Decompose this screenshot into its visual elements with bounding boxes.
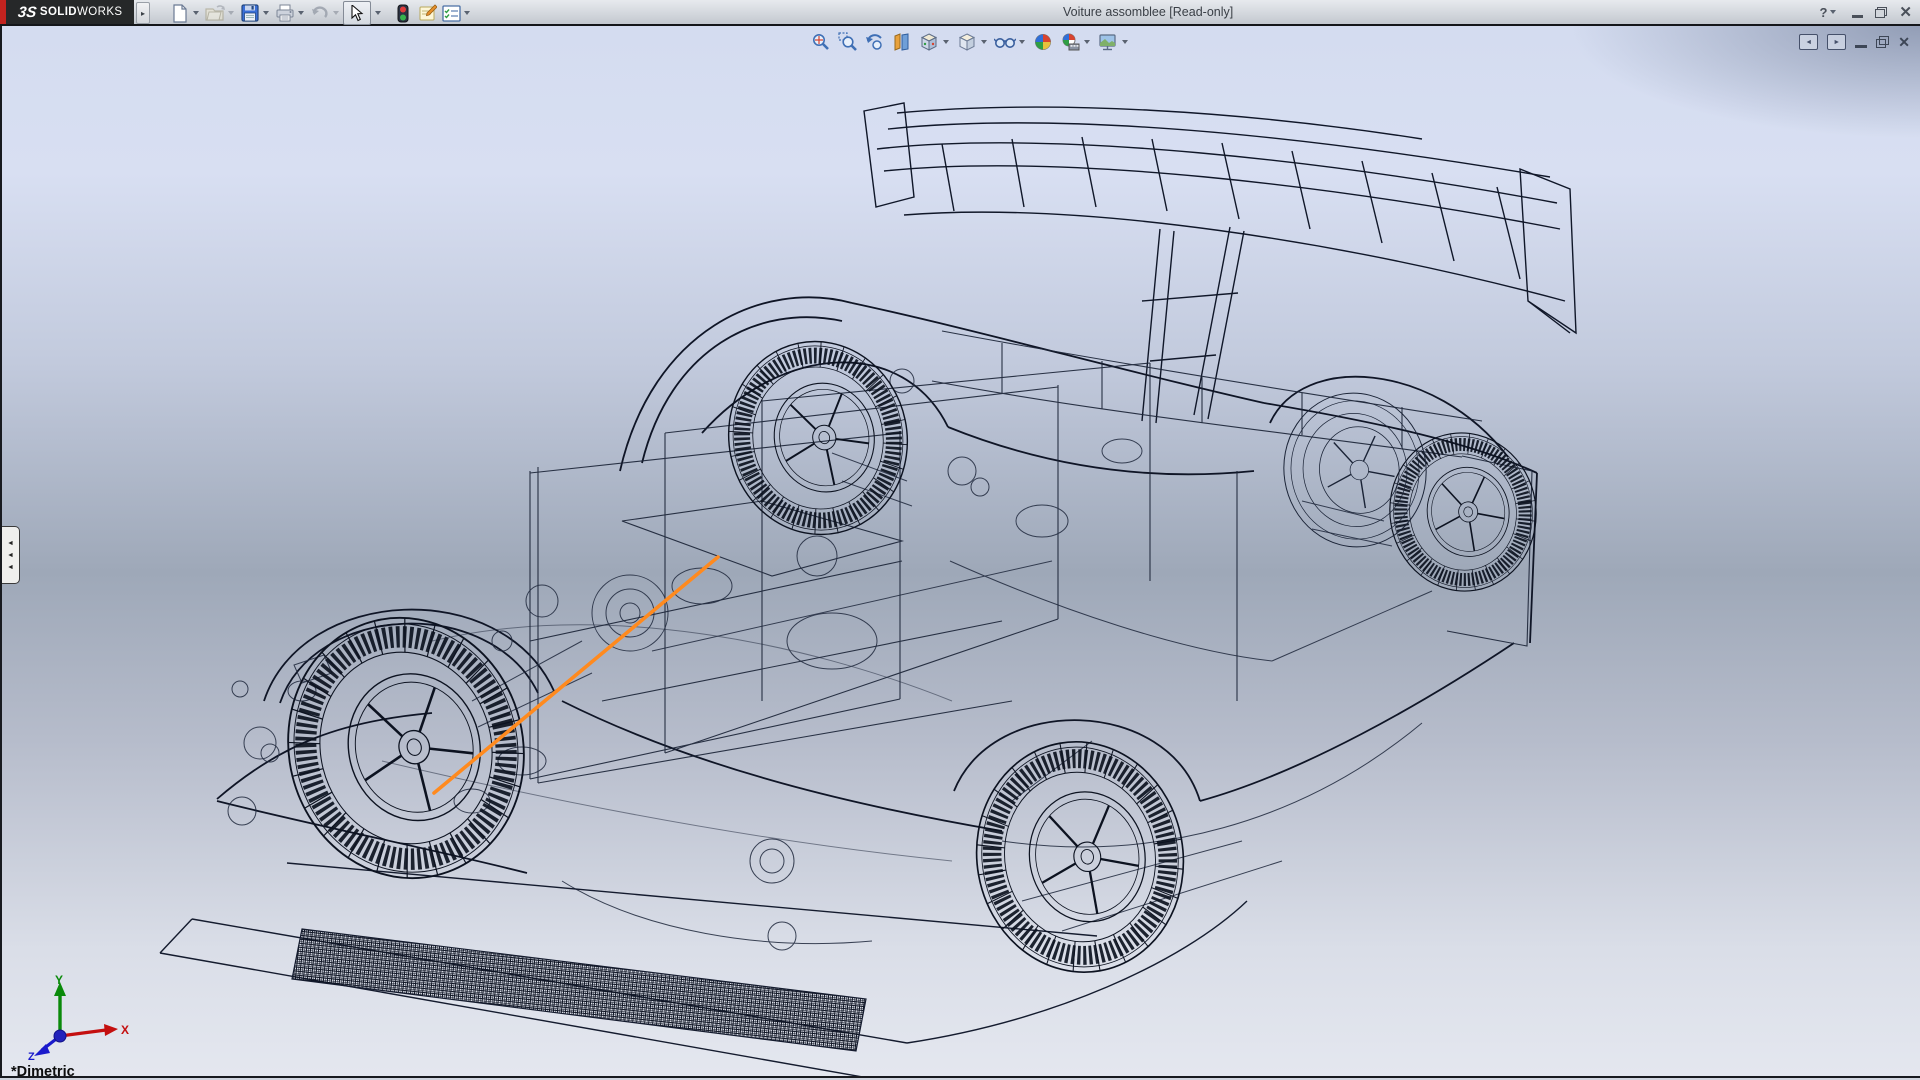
display-style-caret[interactable] [981,40,987,44]
zoom-to-fit-button[interactable] [807,30,834,54]
restore-button[interactable] [1875,7,1887,18]
rear-left-wheel [959,725,1202,988]
pane-toggle-left-button[interactable]: ◄ [1799,34,1818,50]
open-dropdown-caret[interactable] [228,11,234,15]
chassis-frame [530,331,1532,783]
apply-scene-caret[interactable] [1084,40,1090,44]
front-left-wheel [261,593,551,904]
triad-y-label: Y [55,974,63,987]
triad-z-label: Z [28,1051,35,1060]
wireframe-car-model[interactable] [2,26,1920,1078]
document-title: Voiture assomblee [Read-only] [1063,5,1233,19]
minimize-button[interactable] [1852,15,1863,18]
collapse-arrow-icon: ◄ [7,562,14,573]
undo-button[interactable] [308,2,332,24]
edit-appearance-button[interactable] [1029,30,1056,54]
headsup-view-toolbar [807,30,1132,54]
apply-scene-button[interactable] [1056,30,1083,54]
options-button[interactable] [439,2,463,24]
help-dropdown-caret[interactable] [1830,10,1836,14]
new-dropdown-caret[interactable] [193,11,199,15]
document-minimize-button[interactable] [1855,45,1867,48]
document-window-controls: ◄ ► ✕ [1799,34,1910,50]
print-dropdown-caret[interactable] [298,11,304,15]
new-document-button[interactable] [168,2,192,24]
view-orientation-caret[interactable] [943,40,949,44]
logo-brand-text: SOLIDWORKS [40,6,123,18]
close-button[interactable]: ✕ [1899,5,1912,20]
save-dropdown-caret[interactable] [263,11,269,15]
print-button[interactable] [273,2,297,24]
document-restore-button[interactable] [1876,36,1889,48]
main-toolbar [168,1,474,25]
zoom-to-area-button[interactable] [834,30,861,54]
rebuild-button[interactable] [391,2,415,24]
logo-3s-mark: 3S [16,4,37,21]
open-document-button[interactable] [203,2,227,24]
graphics-area[interactable]: ◄ ► ✕ ◄ ◄ ◄ Y X Z *Dimetric [0,26,1920,1078]
document-close-button[interactable]: ✕ [1898,35,1910,49]
drivetrain-detail [228,369,1432,950]
sketch-button[interactable] [415,2,439,24]
select-dropdown-caret[interactable] [375,11,381,15]
options-dropdown-caret[interactable] [464,11,470,15]
display-style-button[interactable] [953,30,980,54]
titlebar-controls: ? ✕ [1819,0,1912,24]
collapse-arrow-icon: ◄ [7,550,14,561]
solidworks-logo: 3S SOLIDWORKS [6,0,134,24]
section-view-button[interactable] [888,30,915,54]
undo-dropdown-caret[interactable] [333,11,339,15]
view-orientation-button[interactable] [915,30,942,54]
view-settings-caret[interactable] [1122,40,1128,44]
selected-edge-highlight[interactable] [434,557,718,793]
collapse-arrow-icon: ◄ [7,538,14,549]
hide-show-items-button[interactable] [991,30,1018,54]
front-splitter [160,863,1247,1078]
solidworks-window: 3S SOLIDWORKS ▸ [0,0,1920,1080]
feature-manager-collapsed-tab[interactable]: ◄ ◄ ◄ [2,526,20,584]
select-tool-button[interactable] [343,1,371,25]
view-settings-button[interactable] [1094,30,1121,54]
orientation-triad: Y X Z [22,974,132,1060]
help-button[interactable]: ? [1819,6,1827,19]
previous-view-button[interactable] [861,30,888,54]
hide-show-items-caret[interactable] [1019,40,1025,44]
save-button[interactable] [238,2,262,24]
rear-wing [864,103,1576,423]
title-bar: 3S SOLIDWORKS ▸ [0,0,1920,26]
pane-toggle-right-button[interactable]: ► [1827,34,1846,50]
menu-expand-button[interactable]: ▸ [136,2,150,24]
triad-x-label: X [121,1023,129,1037]
view-orientation-label: *Dimetric [11,1064,75,1078]
